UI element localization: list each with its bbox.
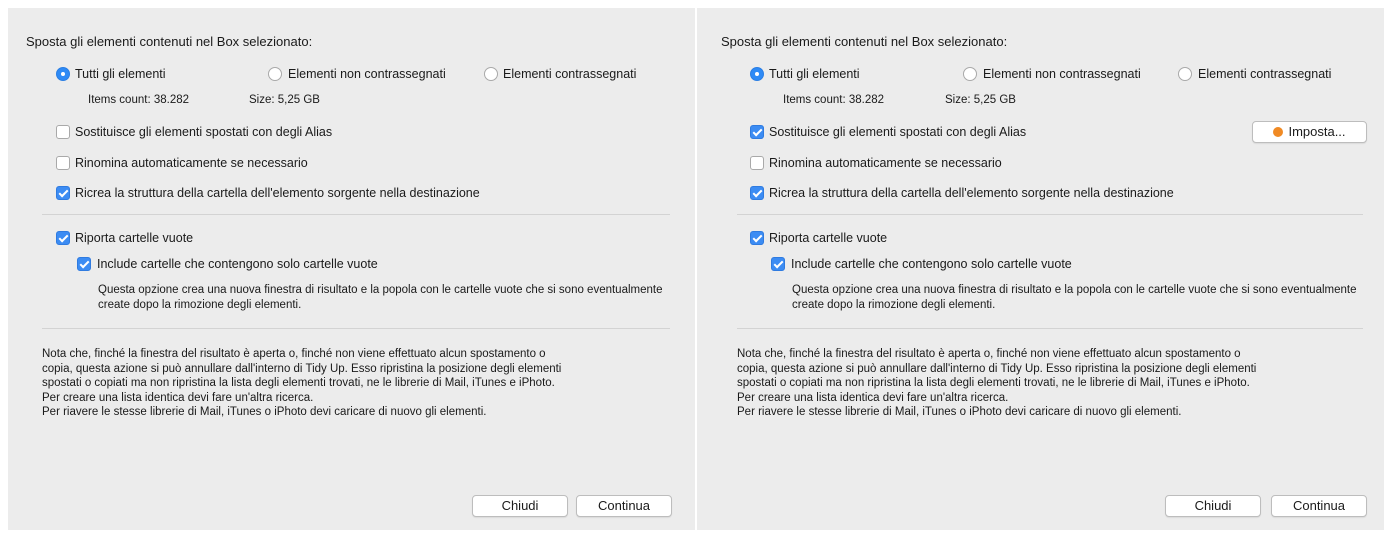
recreate-structure-checkbox[interactable] xyxy=(750,186,764,200)
rename-auto-label[interactable]: Rinomina automaticamente se necessario xyxy=(75,156,308,170)
note-line: Per riavere le stesse librerie di Mail, … xyxy=(737,406,1182,418)
separator xyxy=(42,328,670,329)
items-count: Items count: 38.282 xyxy=(783,94,885,106)
replace-alias-checkbox[interactable] xyxy=(56,125,70,139)
panel-title: Sposta gli elementi contenuti nel Box se… xyxy=(26,34,313,49)
setup-button-label: Imposta... xyxy=(1288,124,1346,139)
replace-alias-label[interactable]: Sostituisce gli elementi spostati con de… xyxy=(769,125,1026,139)
radio-all-items[interactable] xyxy=(750,67,764,81)
radio-marked-items-label[interactable]: Elementi contrassegnati xyxy=(503,67,636,81)
continue-button[interactable]: Continua xyxy=(1271,495,1367,517)
rename-auto-label[interactable]: Rinomina automaticamente se necessario xyxy=(769,156,1002,170)
rename-auto-checkbox[interactable] xyxy=(750,156,764,170)
size-value: Size: 5,25 GB xyxy=(945,94,1016,106)
radio-marked-items-label[interactable]: Elementi contrassegnati xyxy=(1198,67,1331,81)
undo-note: Nota che, finché la finestra del risulta… xyxy=(737,347,1256,420)
setup-button[interactable]: Imposta... xyxy=(1252,121,1367,143)
radio-marked-items[interactable] xyxy=(1178,67,1192,81)
items-count: Items count: 38.282 xyxy=(88,94,190,106)
note-line: Per creare una lista identica devi fare … xyxy=(737,391,1009,404)
recreate-structure-checkbox[interactable] xyxy=(56,186,70,200)
report-empty-folders-checkbox[interactable] xyxy=(56,231,70,245)
recreate-structure-label[interactable]: Ricrea la struttura della cartella dell'… xyxy=(769,186,1174,200)
radio-all-items[interactable] xyxy=(56,67,70,81)
note-line: Nota che, finché la finestra del risulta… xyxy=(42,348,546,360)
size-value: Size: 5,25 GB xyxy=(249,94,320,106)
include-empty-folders-label[interactable]: Include cartelle che contengono solo car… xyxy=(791,257,1072,271)
include-empty-folders-checkbox[interactable] xyxy=(77,257,91,271)
recreate-structure-label[interactable]: Ricrea la struttura della cartella dell'… xyxy=(75,186,480,200)
radio-unmarked-items-label[interactable]: Elementi non contrassegnati xyxy=(983,67,1141,81)
close-button[interactable]: Chiudi xyxy=(472,495,568,517)
status-dot-icon xyxy=(1273,127,1284,137)
close-button[interactable]: Chiudi xyxy=(1165,495,1261,517)
option-description: Questa opzione crea una nuova finestra d… xyxy=(792,284,1357,311)
report-empty-folders-label[interactable]: Riporta cartelle vuote xyxy=(769,231,887,245)
separator xyxy=(737,328,1363,329)
report-empty-folders-label[interactable]: Riporta cartelle vuote xyxy=(75,231,193,245)
note-line: spostati o copiati ma non ripristina la … xyxy=(737,377,1250,389)
separator xyxy=(42,214,670,215)
option-description: Questa opzione crea una nuova finestra d… xyxy=(98,284,663,311)
include-empty-folders-label[interactable]: Include cartelle che contengono solo car… xyxy=(97,257,378,271)
continue-button[interactable]: Continua xyxy=(576,495,672,517)
include-empty-folders-checkbox[interactable] xyxy=(771,257,785,271)
move-options-panel-right: Sposta gli elementi contenuti nel Box se… xyxy=(697,8,1384,530)
radio-unmarked-items[interactable] xyxy=(268,67,282,81)
note-line: copia, questa azione si può annullare da… xyxy=(42,362,562,375)
note-line: Nota che, finché la finestra del risulta… xyxy=(737,348,1241,360)
radio-unmarked-items-label[interactable]: Elementi non contrassegnati xyxy=(288,67,446,81)
radio-all-items-label[interactable]: Tutti gli elementi xyxy=(769,67,860,81)
radio-all-items-label[interactable]: Tutti gli elementi xyxy=(75,67,166,81)
note-line: copia, questa azione si può annullare da… xyxy=(737,362,1257,375)
panel-title: Sposta gli elementi contenuti nel Box se… xyxy=(721,34,1008,49)
separator xyxy=(737,214,1363,215)
radio-unmarked-items[interactable] xyxy=(963,67,977,81)
note-line: spostati o copiati ma non ripristina la … xyxy=(42,377,555,389)
replace-alias-label[interactable]: Sostituisce gli elementi spostati con de… xyxy=(75,125,332,139)
note-line: Per creare una lista identica devi fare … xyxy=(42,391,314,404)
radio-marked-items[interactable] xyxy=(484,67,498,81)
rename-auto-checkbox[interactable] xyxy=(56,156,70,170)
replace-alias-checkbox[interactable] xyxy=(750,125,764,139)
undo-note: Nota che, finché la finestra del risulta… xyxy=(42,347,561,420)
note-line: Per riavere le stesse librerie di Mail, … xyxy=(42,406,487,418)
move-options-panel-left: Sposta gli elementi contenuti nel Box se… xyxy=(8,8,695,530)
report-empty-folders-checkbox[interactable] xyxy=(750,231,764,245)
